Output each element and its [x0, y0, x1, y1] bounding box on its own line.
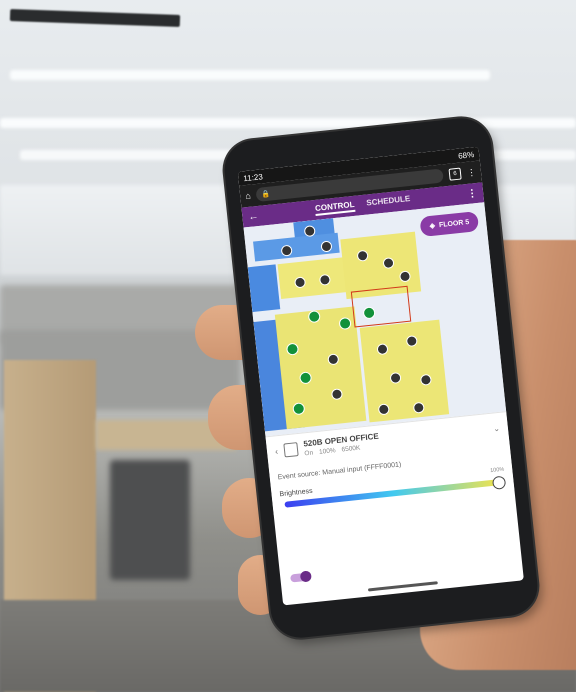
home-icon[interactable]: ⌂ — [245, 191, 251, 202]
tab-switcher-button[interactable]: 6 — [448, 167, 462, 181]
tab-control[interactable]: CONTROL — [314, 199, 356, 216]
chevron-down-icon[interactable]: ⌄ — [493, 423, 501, 433]
status-battery: 68% — [457, 149, 475, 161]
lock-icon: 🔒 — [261, 190, 271, 199]
ceiling-fixture — [9, 9, 181, 27]
room-state: On — [304, 449, 314, 458]
zone-blue — [247, 264, 281, 313]
ceiling-light — [10, 70, 490, 80]
zone-yellow — [359, 319, 450, 423]
gesture-home-bar[interactable] — [367, 581, 438, 592]
phone-screen: 11:23 68% ⌂ 🔒 6 ⋮ ← CONTROL SCHEDULE ⋮ ◈… — [237, 146, 524, 606]
chevron-left-icon[interactable]: ‹ — [275, 446, 279, 456]
overflow-menu-icon[interactable]: ⋮ — [467, 187, 478, 199]
zone-yellow — [274, 306, 367, 430]
more-icon[interactable]: ⋮ — [466, 166, 476, 178]
chair — [110, 460, 190, 580]
tab-count: 6 — [453, 170, 458, 178]
room-level: 100% — [318, 447, 337, 456]
zone-yellow — [277, 256, 351, 299]
brightness-slider-thumb[interactable] — [491, 475, 507, 490]
power-toggle-knob[interactable] — [299, 570, 312, 583]
power-toggle[interactable] — [290, 570, 312, 583]
layers-icon: ◈ — [429, 222, 436, 231]
floor-selector-button[interactable]: ◈ FLOOR 5 — [419, 211, 480, 237]
smartphone: 11:23 68% ⌂ 🔒 6 ⋮ ← CONTROL SCHEDULE ⋮ ◈… — [221, 115, 541, 641]
status-time: 11:23 — [242, 171, 264, 183]
floor-plan-map[interactable]: ◈ FLOOR 5 — [243, 202, 507, 437]
tab-schedule[interactable]: SCHEDULE — [366, 194, 411, 211]
room-color-temp: 6500K — [341, 444, 361, 454]
room-icon — [283, 442, 299, 458]
selected-zone-outline — [350, 285, 412, 328]
floor-label: FLOOR 5 — [438, 218, 470, 229]
ceiling-light — [0, 118, 576, 128]
